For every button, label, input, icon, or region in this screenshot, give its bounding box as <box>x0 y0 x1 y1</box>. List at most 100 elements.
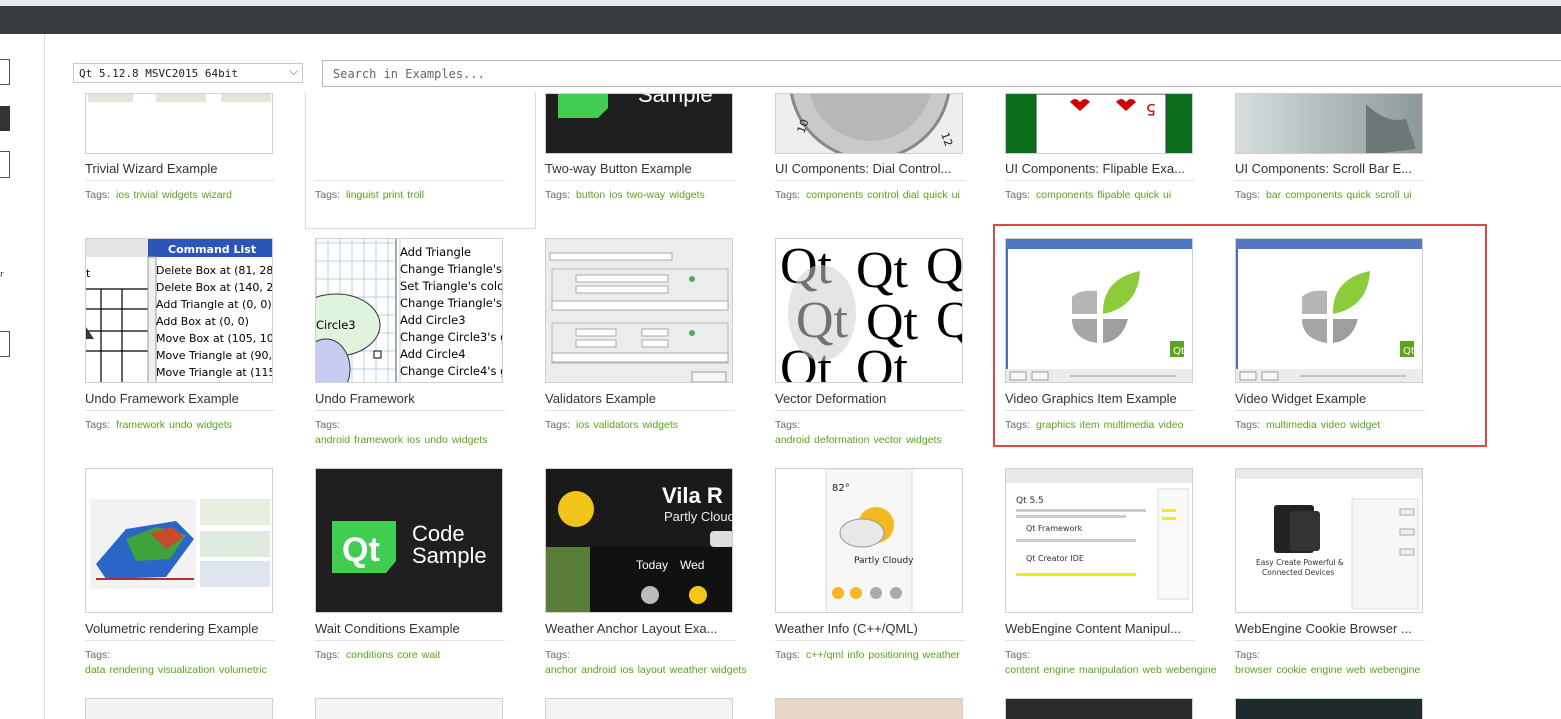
example-thumbnail[interactable]: Sample <box>545 93 733 154</box>
tag-link[interactable]: control <box>867 189 899 201</box>
example-thumbnail[interactable]: Easy Create Powerful & Connected Devices <box>1235 468 1423 613</box>
tag-link[interactable]: weather <box>670 664 707 676</box>
search-input[interactable] <box>331 66 1535 82</box>
example-title[interactable]: Weather Info (C++/QML) <box>775 621 965 636</box>
example-title[interactable]: UI Components: Dial Control... <box>775 161 965 176</box>
tag-link[interactable]: c++/qml <box>806 649 843 661</box>
tag-link[interactable]: content <box>1005 664 1039 676</box>
tag-link[interactable]: web <box>1346 664 1365 676</box>
tag-link[interactable]: components <box>806 189 863 201</box>
tag-link[interactable]: ios <box>116 189 129 201</box>
left-panel-item-active[interactable] <box>0 106 10 131</box>
tag-link[interactable]: validators <box>593 419 638 431</box>
tag-link[interactable]: wait <box>422 649 441 661</box>
tag-link[interactable]: layout <box>638 664 666 676</box>
example-title[interactable]: Wait Conditions Example <box>315 621 505 636</box>
example-thumbnail[interactable] <box>85 468 273 613</box>
tag-link[interactable]: web <box>1143 664 1162 676</box>
example-card[interactable]: Command List t Delete Box at (81, 28) Del… <box>75 238 275 450</box>
tag-link[interactable]: two-way <box>627 189 666 201</box>
tag-link[interactable]: ui <box>1163 189 1171 201</box>
tag-link[interactable]: data <box>85 664 105 676</box>
example-thumbnail[interactable]: Command List t Delete Box at (81, 28) Del… <box>85 238 273 383</box>
left-panel-item[interactable] <box>0 151 10 178</box>
example-title[interactable]: Vector Deformation <box>775 391 965 406</box>
tag-link[interactable]: ui <box>1403 189 1411 201</box>
example-title[interactable]: UI Components: Scroll Bar E... <box>1235 161 1425 176</box>
tag-link[interactable]: weather <box>923 649 960 661</box>
left-panel-item[interactable] <box>0 331 10 357</box>
example-title[interactable]: Undo Framework Example <box>85 391 275 406</box>
tag-link[interactable]: info <box>847 649 864 661</box>
tag-link[interactable]: framework <box>116 419 165 431</box>
tag-link[interactable]: webengine <box>1166 664 1217 676</box>
example-thumbnail[interactable] <box>775 698 963 719</box>
tag-link[interactable]: vector <box>873 434 902 446</box>
example-card[interactable]: Tags: linguist print troll <box>305 93 505 220</box>
tag-link[interactable]: framework <box>354 434 403 446</box>
tag-link[interactable]: webengine <box>1370 664 1421 676</box>
example-card[interactable]: UI Components: Scroll Bar E... Tags: bar c… <box>1225 93 1425 220</box>
tag-link[interactable]: browser <box>1235 664 1272 676</box>
example-card[interactable]: Circle3 Add Triangle Change Triangle's Set… <box>305 238 505 450</box>
tag-link[interactable]: troll <box>407 189 424 201</box>
tag-link[interactable]: ios <box>620 664 633 676</box>
example-card[interactable]: 10 12 UI Components: Dial Control... Tags:… <box>765 93 965 220</box>
tag-link[interactable]: widgets <box>196 419 232 431</box>
tag-link[interactable]: widgets <box>452 434 488 446</box>
tag-link[interactable]: undo <box>424 434 447 446</box>
example-title[interactable]: Trivial Wizard Example <box>85 161 275 176</box>
qt-version-combobox[interactable]: Qt 5.12.8 MSVC2015 64bit ⌵ <box>73 63 303 83</box>
example-title[interactable]: WebEngine Content Manipul... <box>1005 621 1195 636</box>
tag-link[interactable]: android <box>775 434 810 446</box>
tag-link[interactable]: widgets <box>162 189 198 201</box>
example-thumbnail[interactable] <box>1005 698 1193 719</box>
example-thumbnail[interactable] <box>315 698 503 719</box>
example-thumbnail[interactable] <box>1235 698 1423 719</box>
tag-link[interactable]: dial <box>903 189 919 201</box>
tag-link[interactable]: core <box>397 649 417 661</box>
tag-link[interactable]: quick <box>923 189 948 201</box>
tag-link[interactable]: anchor <box>545 664 577 676</box>
example-card[interactable]: Vila R Partly Cloud Today Wed Weather An… <box>535 468 747 680</box>
example-card[interactable]: 82° Partly Cloudy Weather Info (C++/QML)… <box>765 468 965 680</box>
example-title[interactable]: WebEngine Cookie Browser ... <box>1235 621 1425 636</box>
tag-link[interactable]: manipulation <box>1079 664 1139 676</box>
tag-link[interactable]: conditions <box>346 649 393 661</box>
tag-link[interactable]: components <box>1285 189 1342 201</box>
tag-link[interactable]: volumetric <box>219 664 267 676</box>
example-thumbnail[interactable]: Circle3 Add Triangle Change Triangle's Set… <box>315 238 503 383</box>
example-card[interactable]: Volumetric rendering Example Tags: data re… <box>75 468 275 680</box>
tag-link[interactable]: ios <box>576 419 589 431</box>
tag-link[interactable]: ui <box>952 189 960 201</box>
left-panel-item[interactable] <box>0 59 10 85</box>
tag-link[interactable]: rendering <box>109 664 153 676</box>
search-examples-box[interactable] <box>322 60 1561 87</box>
tag-link[interactable]: widgets <box>906 434 942 446</box>
tag-link[interactable]: quick <box>1135 189 1160 201</box>
example-thumbnail[interactable]: Vila R Partly Cloud Today Wed <box>545 468 733 613</box>
tag-link[interactable]: wizard <box>202 189 232 201</box>
tag-link[interactable]: button <box>576 189 605 201</box>
example-thumbnail[interactable]: 10 12 <box>775 93 963 154</box>
example-card[interactable]: 5 UI Components: Flipable Exa... Tags: com… <box>995 93 1195 220</box>
tag-link[interactable]: ios <box>407 434 420 446</box>
tag-link[interactable]: cookie <box>1276 664 1306 676</box>
example-card[interactable]: Trivial Wizard Example Tags: ios trivial wi… <box>75 93 275 220</box>
tag-link[interactable]: linguist <box>346 189 379 201</box>
example-thumbnail[interactable]: 5 <box>1005 93 1193 154</box>
example-thumbnail[interactable]: Qt Code Sample <box>315 468 503 613</box>
tag-link[interactable]: android <box>581 664 616 676</box>
example-title[interactable]: Undo Framework <box>315 391 505 406</box>
tag-link[interactable]: deformation <box>814 434 869 446</box>
tag-link[interactable]: undo <box>169 419 192 431</box>
example-thumbnail[interactable]: Qt 5.5 Qt Framework Qt Creator IDE <box>1005 468 1193 613</box>
example-title[interactable]: Validators Example <box>545 391 735 406</box>
tag-link[interactable]: quick <box>1346 189 1371 201</box>
tag-link[interactable]: print <box>383 189 403 201</box>
tag-link[interactable]: widgets <box>669 189 705 201</box>
example-card[interactable]: Sample Two-way Button Example Tags: button… <box>535 93 735 220</box>
tag-link[interactable]: bar <box>1266 189 1281 201</box>
example-title[interactable]: Two-way Button Example <box>545 161 735 176</box>
tag-link[interactable]: positioning <box>868 649 918 661</box>
